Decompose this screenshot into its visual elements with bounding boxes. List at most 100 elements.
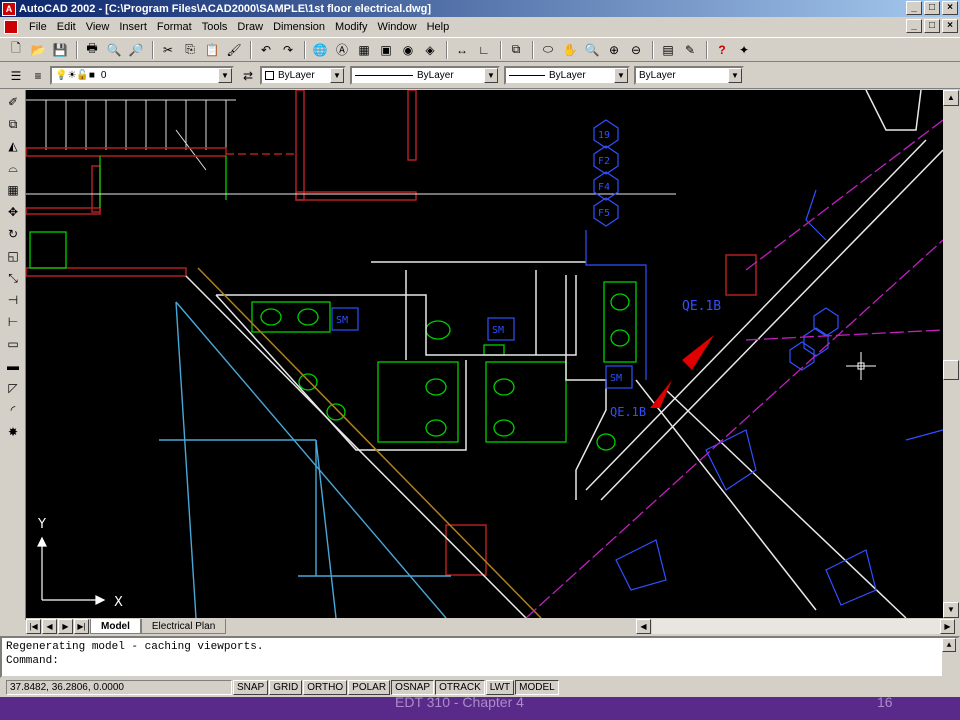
scroll-thumb[interactable] <box>943 360 959 380</box>
named-views-icon[interactable]: ⧉ <box>506 40 526 60</box>
extend-icon[interactable]: ⊢ <box>2 312 24 332</box>
linetype-dropdown[interactable]: ByLayer ▼ <box>350 66 500 85</box>
zoom-previous-icon[interactable]: ⊖ <box>626 40 646 60</box>
break-icon[interactable]: ▭ <box>2 334 24 354</box>
grid-toggle[interactable]: GRID <box>269 680 303 695</box>
vertical-scrollbar[interactable]: ▲ ▼ <box>943 90 960 618</box>
zoom-window-icon[interactable]: ⊕ <box>604 40 624 60</box>
help-icon[interactable]: ? <box>712 40 732 60</box>
tool-palettes-icon[interactable]: ◉ <box>398 40 418 60</box>
autocad-app-icon[interactable]: A <box>2 1 16 16</box>
find-icon[interactable]: 🔎 <box>126 40 146 60</box>
menu-help[interactable]: Help <box>422 21 455 33</box>
osnap-toggle[interactable]: OSNAP <box>391 680 435 695</box>
offset-icon[interactable]: ⌓ <box>2 158 24 178</box>
command-scrollbar[interactable]: ▲ <box>942 638 958 676</box>
tab-model[interactable]: Model <box>90 619 141 634</box>
otrack-toggle[interactable]: OTRACK <box>435 680 485 695</box>
hyperlink-icon[interactable]: 🌐 <box>310 40 330 60</box>
zoom-realtime-icon[interactable]: 🔍 <box>582 40 602 60</box>
scroll-left-icon[interactable]: ◀ <box>636 619 651 634</box>
last-tab-icon[interactable]: ▶| <box>74 619 89 634</box>
doc-restore-button[interactable]: □ <box>924 19 940 33</box>
doc-minimize-button[interactable]: _ <box>906 19 922 33</box>
match-properties-icon[interactable]: 🖌 <box>224 40 244 60</box>
scroll-down-icon[interactable]: ▼ <box>943 602 959 618</box>
tab-electrical-plan[interactable]: Electrical Plan <box>140 619 227 634</box>
redo-icon[interactable]: ↷ <box>278 40 298 60</box>
layer-state-icon[interactable]: ≡ <box>28 66 48 86</box>
cut-icon[interactable]: ✂ <box>158 40 178 60</box>
erase-icon[interactable]: ✐ <box>2 92 24 112</box>
3d-orbit-icon[interactable]: ⬭ <box>538 40 558 60</box>
new-icon[interactable]: 🗋 <box>6 40 26 60</box>
horizontal-scrollbar[interactable]: ◀ ▶ <box>636 619 956 634</box>
model-toggle[interactable]: MODEL <box>515 680 559 695</box>
calculator-icon[interactable]: ▤ <box>658 40 678 60</box>
scale-icon[interactable]: ◱ <box>2 246 24 266</box>
rotate-icon[interactable]: ↻ <box>2 224 24 244</box>
chevron-down-icon[interactable]: ▼ <box>218 68 232 83</box>
command-window[interactable]: Regenerating model - caching viewports. … <box>0 636 960 678</box>
open-icon[interactable]: 📂 <box>28 40 48 60</box>
snap-toggle[interactable]: SNAP <box>233 680 269 695</box>
explode-icon[interactable]: ✸ <box>2 422 24 442</box>
next-tab-icon[interactable]: ▶ <box>58 619 73 634</box>
command-prompt[interactable]: Command: <box>6 654 954 668</box>
copy-object-icon[interactable]: ⧉ <box>2 114 24 134</box>
layer-dropdown[interactable]: 💡☀🔓■ 0 ▼ <box>50 66 234 85</box>
cmd-scroll-up-icon[interactable]: ▲ <box>942 638 956 652</box>
menu-dimension[interactable]: Dimension <box>268 21 330 33</box>
dbconnect-icon[interactable]: ◈ <box>420 40 440 60</box>
today-icon[interactable]: Ⓐ <box>332 40 352 60</box>
maximize-button[interactable]: □ <box>924 1 940 15</box>
prev-tab-icon[interactable]: ◀ <box>42 619 57 634</box>
break-at-point-icon[interactable]: ▬ <box>2 356 24 376</box>
copy-icon[interactable]: ⎘ <box>180 40 200 60</box>
array-icon[interactable]: ▦ <box>2 180 24 200</box>
distance-icon[interactable]: ↔ <box>452 40 472 60</box>
close-button[interactable]: × <box>942 1 958 15</box>
design-center-icon[interactable]: ▦ <box>354 40 374 60</box>
paste-icon[interactable]: 📋 <box>202 40 222 60</box>
scroll-up-icon[interactable]: ▲ <box>943 90 959 106</box>
menu-view[interactable]: View <box>81 21 115 33</box>
trim-icon[interactable]: ⊣ <box>2 290 24 310</box>
lineweight-dropdown[interactable]: ByLayer ▼ <box>504 66 630 85</box>
chamfer-icon[interactable]: ◸ <box>2 378 24 398</box>
menu-file[interactable]: File <box>24 21 52 33</box>
menu-draw[interactable]: Draw <box>232 21 268 33</box>
chevron-down-icon[interactable]: ▼ <box>330 68 344 83</box>
pan-icon[interactable]: ✋ <box>560 40 580 60</box>
minimize-button[interactable]: _ <box>906 1 922 15</box>
print-preview-icon[interactable]: 🔍 <box>104 40 124 60</box>
properties-icon[interactable]: ▣ <box>376 40 396 60</box>
scroll-right-icon[interactable]: ▶ <box>940 619 955 634</box>
undo-icon[interactable]: ↶ <box>256 40 276 60</box>
ucs-icon[interactable]: ∟ <box>474 40 494 60</box>
express-icon[interactable]: ✦ <box>734 40 754 60</box>
menu-tools[interactable]: Tools <box>197 21 233 33</box>
save-icon[interactable]: 💾 <box>50 40 70 60</box>
plotstyle-dropdown[interactable]: ByLayer ▼ <box>634 66 744 85</box>
make-current-layer-icon[interactable]: ⇄ <box>238 66 258 86</box>
print-icon[interactable]: 🖶 <box>82 40 102 60</box>
first-tab-icon[interactable]: |◀ <box>26 619 41 634</box>
drawing-canvas[interactable]: 19 F2 F4 F5 SM SM SM QE.1B QE.1B Y X <box>26 90 943 618</box>
lwt-toggle[interactable]: LWT <box>485 680 515 695</box>
menu-insert[interactable]: Insert <box>114 21 152 33</box>
chevron-down-icon[interactable]: ▼ <box>614 68 628 83</box>
layer-manager-icon[interactable]: ☰ <box>6 66 26 86</box>
color-dropdown[interactable]: ByLayer ▼ <box>260 66 346 85</box>
chevron-down-icon[interactable]: ▼ <box>484 68 498 83</box>
stretch-icon[interactable]: ⤡ <box>2 268 24 288</box>
ortho-toggle[interactable]: ORTHO <box>303 680 348 695</box>
move-icon[interactable]: ✥ <box>2 202 24 222</box>
chevron-down-icon[interactable]: ▼ <box>728 68 742 83</box>
markup-icon[interactable]: ✎ <box>680 40 700 60</box>
menu-edit[interactable]: Edit <box>52 21 81 33</box>
menu-window[interactable]: Window <box>372 21 421 33</box>
title-bar[interactable]: A AutoCAD 2002 - [C:\Program Files\ACAD2… <box>0 0 960 17</box>
menu-modify[interactable]: Modify <box>330 21 372 33</box>
mirror-icon[interactable]: ◭ <box>2 136 24 156</box>
